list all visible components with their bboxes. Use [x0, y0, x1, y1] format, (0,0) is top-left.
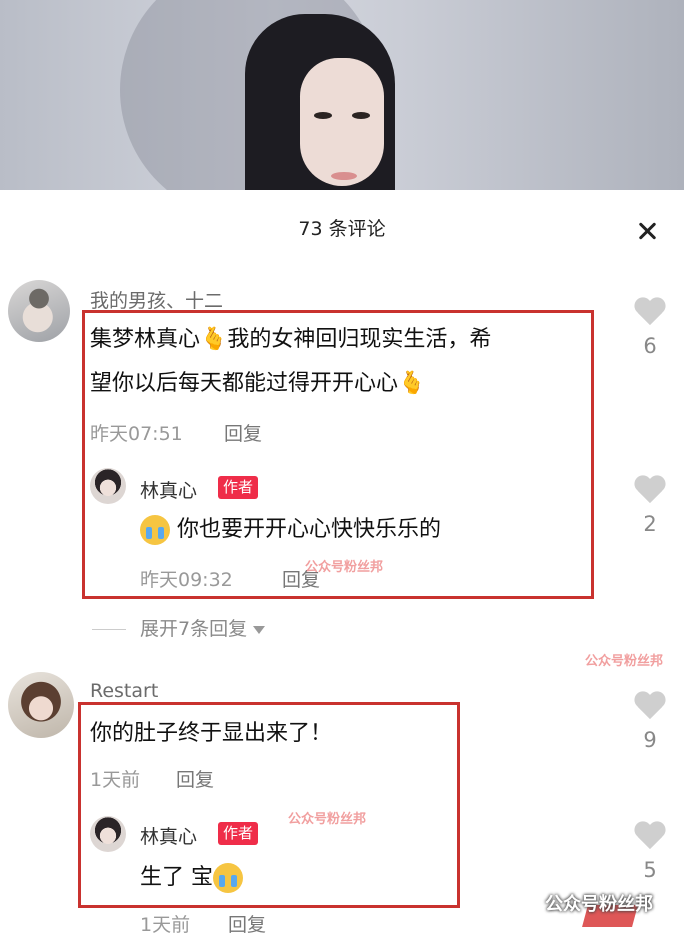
comment-text: 集梦林真心🫰我的女神回归现实生活，希 望你以后每天都能过得开开心心🫰 — [90, 318, 590, 406]
comment-text-part: 望你以后每天都能过得开开心心 — [90, 371, 399, 396]
reply-button[interactable]: 回复 — [224, 419, 262, 446]
crying-face-icon — [140, 515, 170, 545]
reply-button[interactable]: 回复 — [176, 765, 214, 792]
author-avatar[interactable] — [90, 816, 126, 852]
comment-text-part: 集梦林真心 — [90, 327, 201, 352]
reply-text: 生了 宝 — [140, 856, 243, 900]
reply-text-content: 你也要开开心心快快乐乐的 — [177, 517, 442, 542]
crying-face-icon — [213, 863, 243, 893]
face-shape — [300, 58, 384, 186]
reply-time: 1天前 — [140, 914, 191, 936]
reply-text-content: 生了 宝 — [140, 865, 213, 890]
close-icon[interactable] — [630, 218, 664, 252]
eye-right — [352, 112, 370, 119]
like-button[interactable]: 5 — [630, 822, 670, 882]
heart-icon — [633, 476, 667, 506]
comment-time: 1天前 — [90, 769, 141, 791]
expand-label: 展开7条回复 — [140, 618, 248, 640]
comment-time: 昨天07:51 — [90, 423, 183, 445]
watermark: 公众号粉丝邦 — [545, 894, 653, 915]
comment-count-title: 73 条评论 — [298, 218, 386, 240]
heart-icon — [633, 692, 667, 722]
comment-text: 你的肚子终于显出来了！ — [90, 721, 333, 746]
watermark: 公众号粉丝邦 — [585, 654, 664, 669]
author-name[interactable]: 林真心 — [140, 822, 197, 849]
avatar[interactable] — [8, 280, 70, 342]
reply-button[interactable]: 回复 — [228, 910, 266, 937]
finger-heart-icon: 🫰 — [398, 371, 426, 396]
comment-text-part: 我的女神回归现实生活，希 — [227, 327, 492, 352]
divider-line — [92, 629, 126, 630]
reply-text: 你也要开开心心快快乐乐的 — [140, 508, 441, 552]
finger-heart-icon: 🫰 — [200, 327, 228, 352]
author-name[interactable]: 林真心 — [140, 476, 197, 503]
expand-replies-button[interactable]: 展开7条回复 — [92, 614, 266, 641]
video-cover-photo — [0, 0, 684, 190]
reply-time: 昨天09:32 — [140, 569, 233, 591]
watermark: 公众号粉丝邦 — [288, 812, 367, 827]
author-badge: 作者 — [218, 476, 259, 499]
like-button[interactable]: 9 — [630, 692, 670, 752]
chevron-down-icon — [253, 625, 266, 634]
comment-username[interactable]: 我的男孩、十二 — [90, 286, 223, 313]
watermark: 公众号粉丝邦 — [305, 560, 384, 575]
comment-username[interactable]: Restart — [90, 680, 158, 702]
heart-icon — [633, 822, 667, 852]
like-button[interactable]: 2 — [630, 476, 670, 536]
like-count: 9 — [643, 728, 657, 752]
author-avatar[interactable] — [90, 468, 126, 504]
like-button[interactable]: 6 — [630, 298, 670, 358]
eye-left — [314, 112, 332, 119]
heart-icon — [633, 298, 667, 328]
like-count: 6 — [643, 334, 657, 358]
like-count: 2 — [643, 512, 657, 536]
lips — [331, 172, 357, 180]
like-count: 5 — [643, 858, 657, 882]
avatar[interactable] — [8, 672, 74, 738]
author-badge: 作者 — [218, 822, 259, 845]
